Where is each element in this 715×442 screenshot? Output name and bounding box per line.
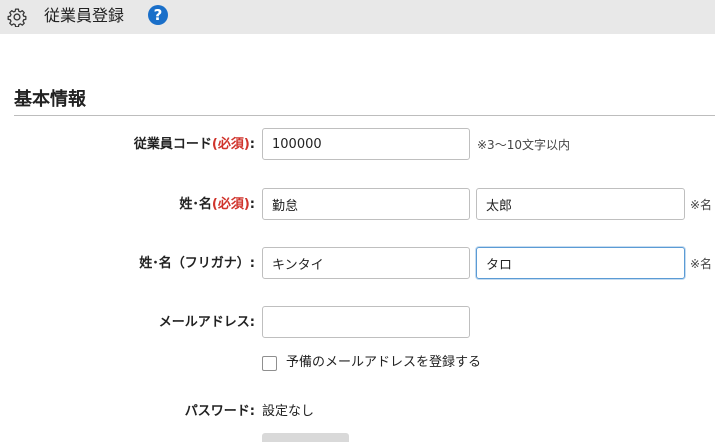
password-label: パスワード:	[185, 403, 255, 421]
page-title: 従業員登録	[44, 6, 125, 25]
first-name-kana-input[interactable]	[476, 247, 685, 279]
password-set-button[interactable]	[262, 433, 349, 442]
name-label: 姓･名(必須):	[179, 196, 255, 214]
label-colon: :	[249, 404, 255, 419]
password-status: 設定なし	[262, 404, 315, 419]
employee-code-label-text: 従業員コード	[133, 137, 212, 152]
last-name-kana-input[interactable]	[262, 247, 470, 279]
first-name-input[interactable]	[476, 188, 685, 220]
gear-icon[interactable]	[7, 7, 27, 27]
employee-code-label: 従業員コード(必須):	[134, 136, 255, 154]
label-colon: :	[249, 256, 255, 271]
last-name-input[interactable]	[262, 188, 470, 220]
employee-code-input[interactable]	[262, 128, 470, 160]
name-kana-hint: ※名	[690, 257, 713, 271]
name-hint: ※名	[690, 198, 713, 212]
label-colon: :	[249, 315, 255, 330]
section-divider	[14, 115, 715, 116]
section-title: 基本情報	[14, 89, 86, 110]
help-icon[interactable]: ?	[148, 5, 168, 25]
label-colon: :	[249, 137, 255, 152]
backup-email-checkbox[interactable]	[262, 356, 277, 371]
top-bar: 従業員登録 ?	[0, 0, 715, 34]
email-input[interactable]	[262, 306, 470, 338]
name-kana-label-text: 姓･名（フリガナ）	[139, 256, 250, 271]
label-colon: :	[249, 197, 255, 212]
email-label: メールアドレス:	[159, 314, 255, 332]
backup-email-checkbox-label[interactable]: 予備のメールアドレスを登録する	[286, 355, 481, 371]
name-label-text: 姓･名	[179, 197, 212, 212]
password-label-text: パスワード	[184, 404, 250, 419]
email-label-text: メールアドレス	[158, 315, 250, 330]
employee-code-hint: ※3～10文字以内	[477, 138, 570, 152]
required-mark: (必須)	[211, 137, 250, 152]
name-kana-label: 姓･名（フリガナ）:	[139, 255, 255, 273]
required-mark: (必須)	[211, 197, 250, 212]
